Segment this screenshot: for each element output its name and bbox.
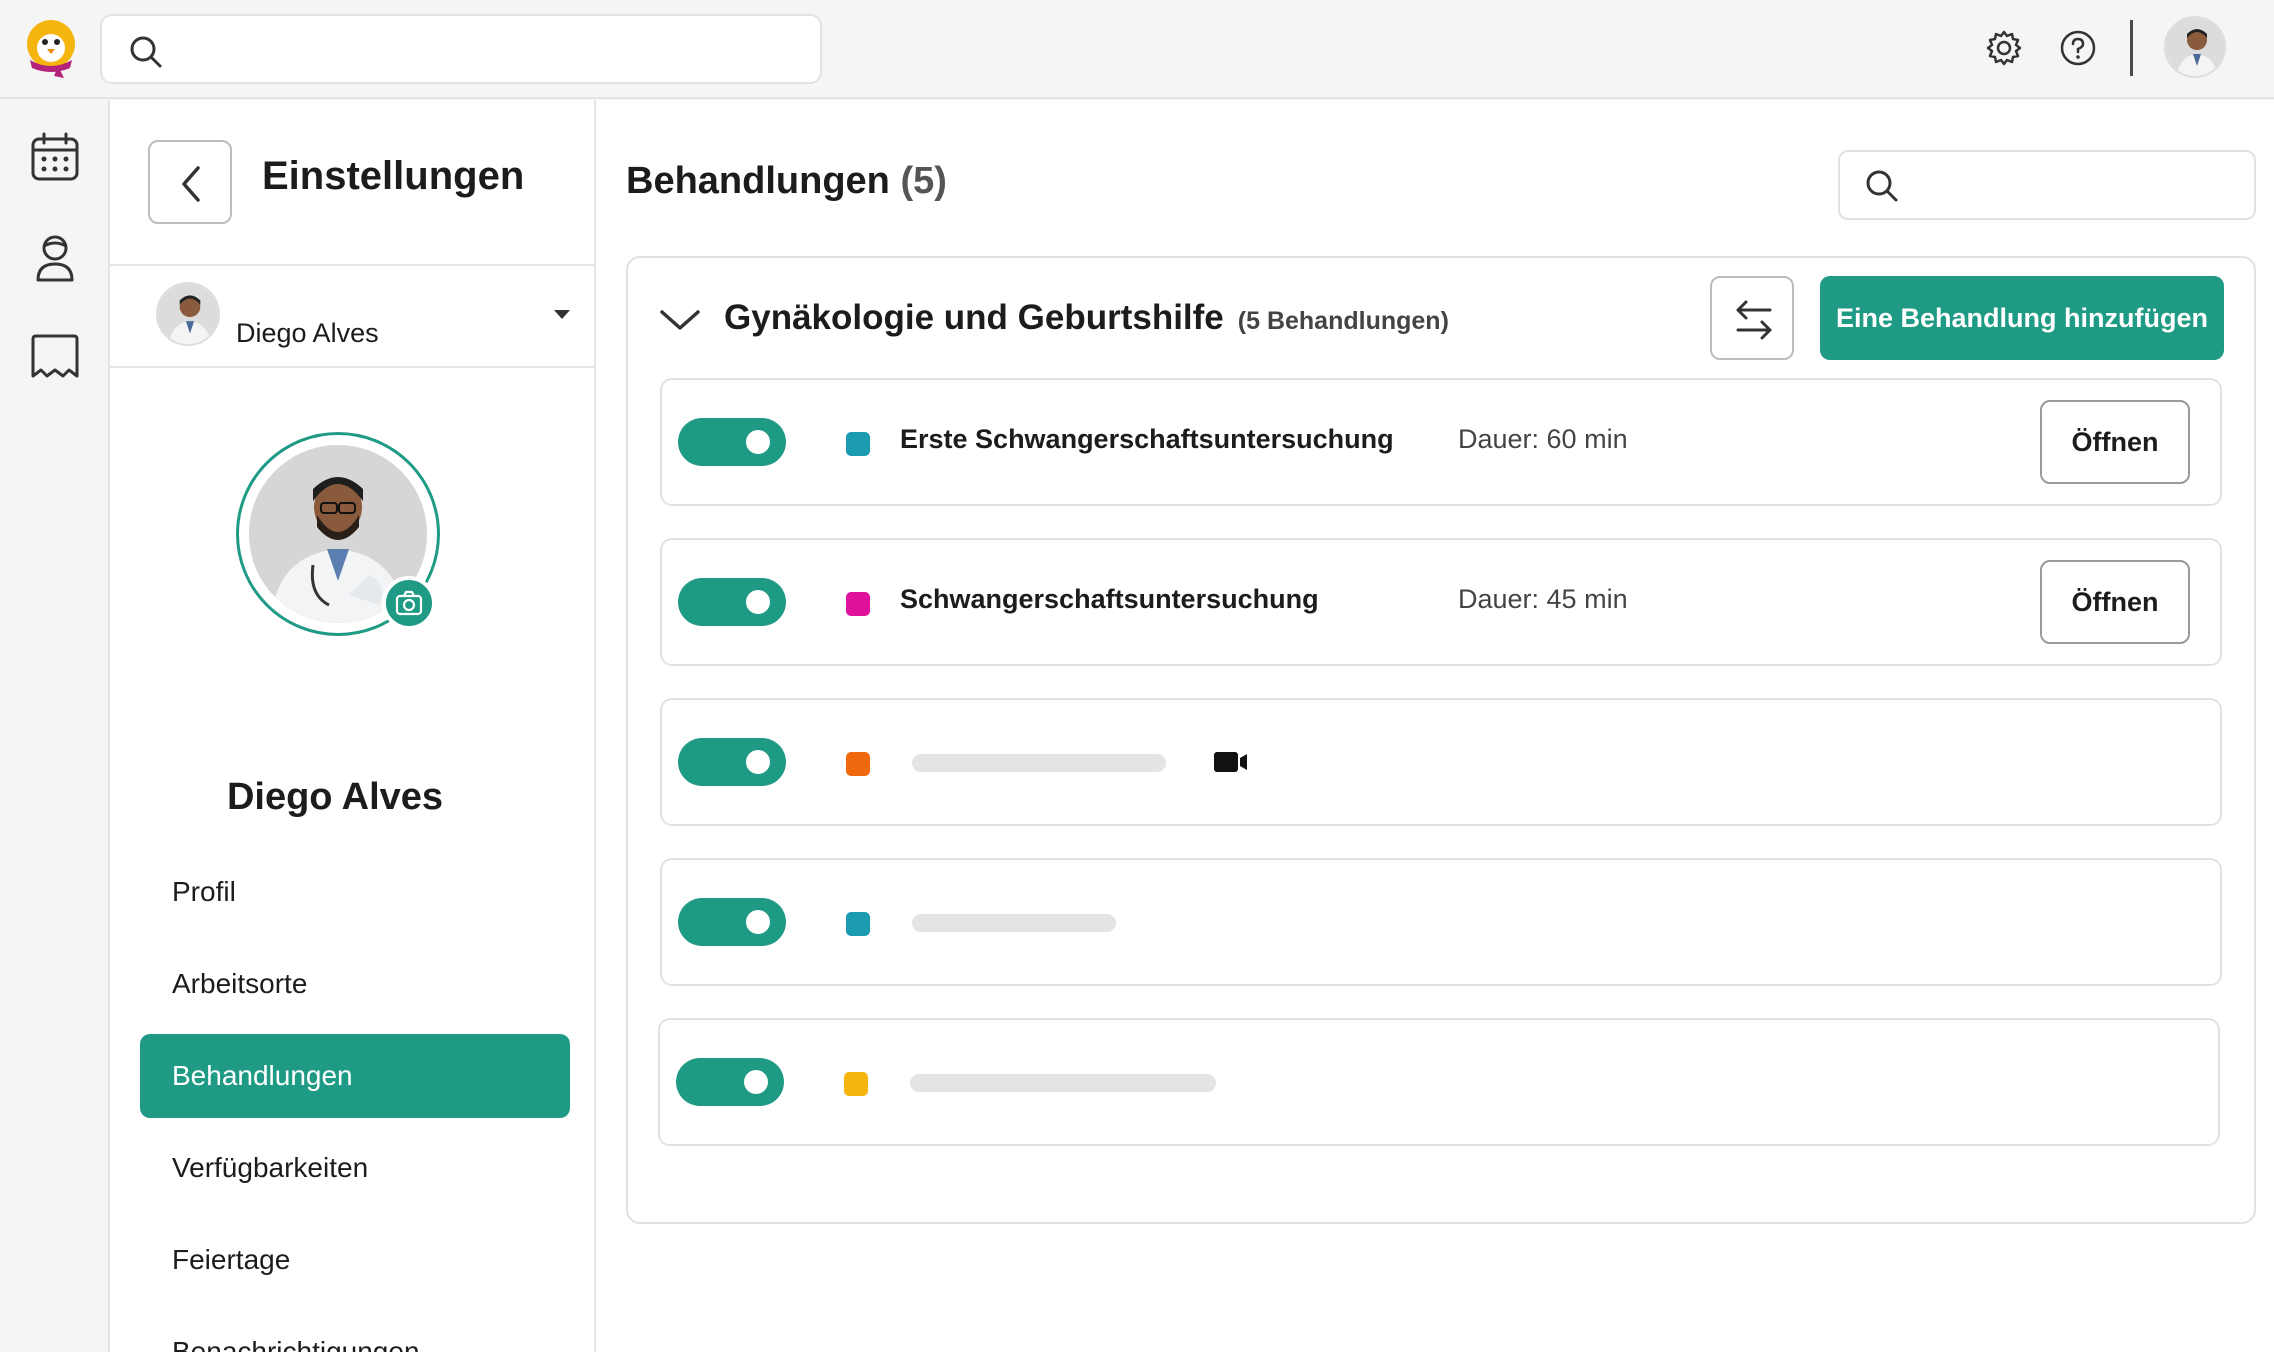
treatment-row xyxy=(660,858,2222,986)
help-icon[interactable] xyxy=(2058,28,2098,68)
open-button[interactable]: Öffnen xyxy=(2040,560,2190,644)
nav-item-feiertage[interactable]: Feiertage xyxy=(140,1218,570,1302)
avatar xyxy=(156,282,220,346)
treatment-row: Erste Schwangerschaftsuntersuchung Dauer… xyxy=(660,378,2222,506)
toggle-knob xyxy=(746,910,770,934)
open-button[interactable]: Öffnen xyxy=(2040,400,2190,484)
name-placeholder xyxy=(912,914,1116,932)
treatment-toggle[interactable] xyxy=(676,1058,784,1106)
treatment-row xyxy=(660,698,2222,826)
treatment-toggle[interactable] xyxy=(678,738,786,786)
group-title-text: Gynäkologie und Geburtshilfe xyxy=(724,298,1224,337)
treatment-row: Schwangerschaftsuntersuchung Dauer: 45 m… xyxy=(660,538,2222,666)
divider xyxy=(110,264,594,266)
chevron-left-icon xyxy=(182,166,200,202)
treatment-name: Schwangerschaftsuntersuchung xyxy=(900,584,1319,614)
global-search-input[interactable] xyxy=(100,14,822,84)
color-dot xyxy=(846,592,870,616)
search-icon xyxy=(1866,170,1898,202)
swap-arrows-icon xyxy=(1736,300,1772,340)
gear-icon[interactable] xyxy=(1984,28,2024,68)
main-content: Behandlungen (5) Gynäkologie und Geburts… xyxy=(596,100,2274,1352)
treatment-toggle[interactable] xyxy=(678,418,786,466)
video-camera-icon xyxy=(1214,752,1247,772)
calendar-icon[interactable] xyxy=(28,130,82,184)
selected-user-name: Diego Alves xyxy=(236,318,379,348)
divider xyxy=(2130,20,2133,76)
toggle-knob xyxy=(746,750,770,774)
treatment-count: (5) xyxy=(900,160,947,202)
treatment-duration: Dauer: 60 min xyxy=(1458,424,1628,454)
camera-icon xyxy=(395,590,423,616)
nav-item-verfuegbarkeiten[interactable]: Verfügbarkeiten xyxy=(140,1126,570,1210)
treatment-group-card: Gynäkologie und Geburtshilfe (5 Behandlun… xyxy=(626,256,2256,1224)
treatment-toggle[interactable] xyxy=(678,578,786,626)
treatment-search-input[interactable] xyxy=(1838,150,2256,220)
patient-icon[interactable] xyxy=(28,230,82,284)
settings-panel: Einstellungen Diego Alves Diego Alves Pr… xyxy=(110,100,596,1352)
caret-down-icon xyxy=(554,310,570,319)
treatment-toggle[interactable] xyxy=(678,898,786,946)
treatment-name: Erste Schwangerschaftsuntersuchung xyxy=(900,424,1394,454)
page-title: Behandlungen (5) xyxy=(626,160,947,203)
group-title: Gynäkologie und Geburtshilfe (5 Behandlun… xyxy=(724,298,1449,338)
user-avatar[interactable] xyxy=(2164,16,2226,78)
color-dot xyxy=(846,752,870,776)
color-dot xyxy=(844,1072,868,1096)
chevron-down-icon[interactable] xyxy=(658,300,702,340)
search-icon xyxy=(130,36,162,68)
divider xyxy=(110,366,594,368)
treatment-row xyxy=(658,1018,2220,1146)
top-bar xyxy=(0,0,2274,99)
toggle-knob xyxy=(746,430,770,454)
settings-title: Einstellungen xyxy=(262,154,525,198)
treatment-duration: Dauer: 45 min xyxy=(1458,584,1628,614)
name-placeholder xyxy=(912,754,1166,772)
side-rail xyxy=(0,100,110,1352)
color-dot xyxy=(846,432,870,456)
user-selector[interactable]: Diego Alves xyxy=(156,282,586,358)
page-title-text: Behandlungen xyxy=(626,160,890,202)
nav-item-behandlungen[interactable]: Behandlungen xyxy=(140,1034,570,1118)
messages-icon[interactable] xyxy=(28,330,82,384)
profile-name: Diego Alves xyxy=(226,776,444,818)
color-dot xyxy=(846,912,870,936)
change-photo-button[interactable] xyxy=(382,576,436,630)
group-count: (5 Behandlungen) xyxy=(1237,307,1449,335)
toggle-knob xyxy=(744,1070,768,1094)
reorder-button[interactable] xyxy=(1710,276,1794,360)
nav-item-arbeitsorte[interactable]: Arbeitsorte xyxy=(140,942,570,1026)
toggle-knob xyxy=(746,590,770,614)
back-button[interactable] xyxy=(148,140,232,224)
penguin-logo-icon[interactable] xyxy=(18,16,84,80)
name-placeholder xyxy=(910,1074,1216,1092)
nav-item-profil[interactable]: Profil xyxy=(140,850,570,934)
add-treatment-button[interactable]: Eine Behandlung hinzufügen xyxy=(1820,276,2224,360)
nav-item-benachrichtigungen[interactable]: Benachrichtigungen xyxy=(140,1310,570,1352)
